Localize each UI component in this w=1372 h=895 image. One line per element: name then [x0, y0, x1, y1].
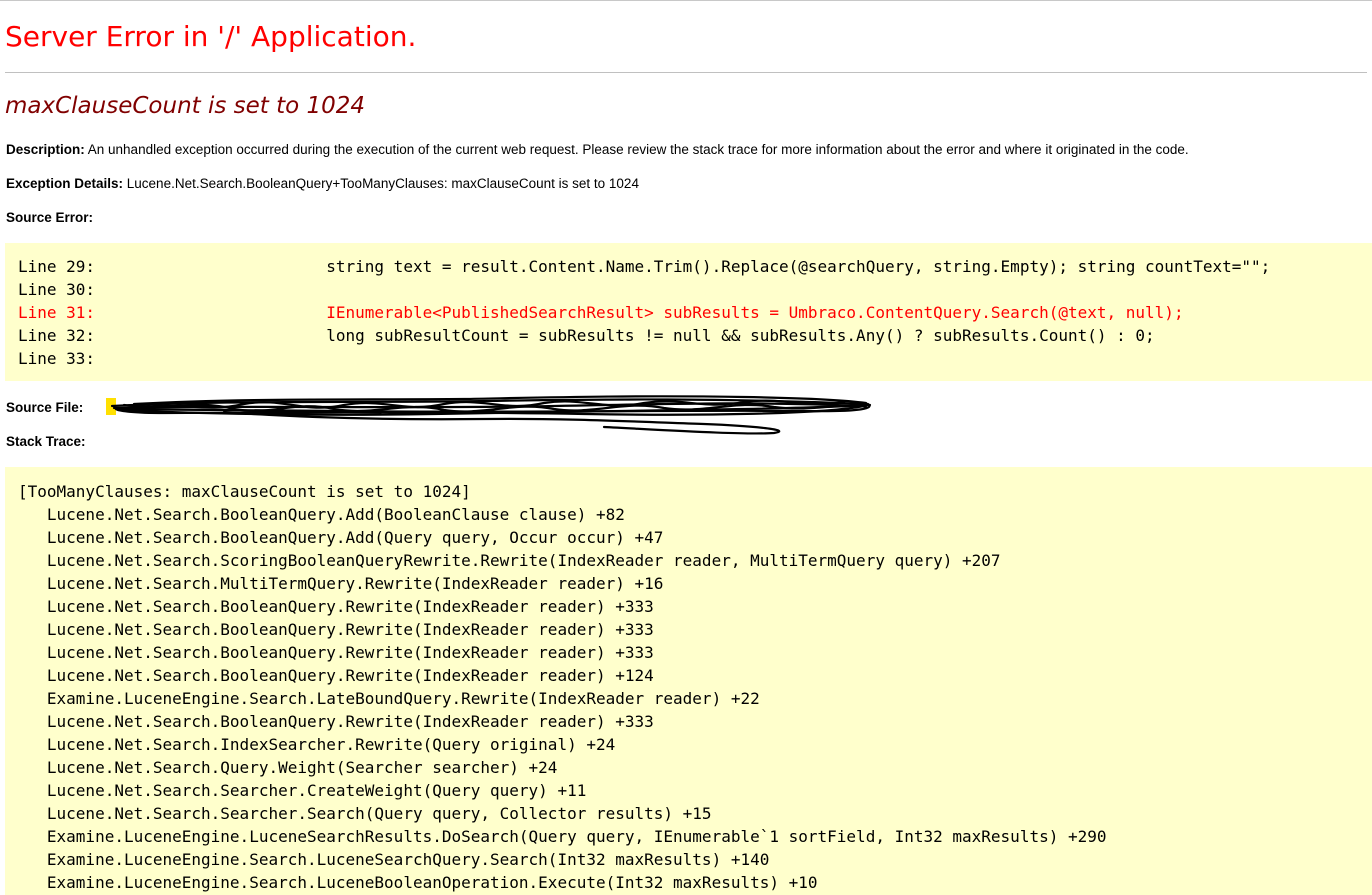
description-line: Description: An unhandled exception occu…: [6, 142, 1189, 158]
stack-trace-line: Lucene.Net.Search.MultiTermQuery.Rewrite…: [18, 574, 664, 593]
stack-trace-line: Lucene.Net.Search.BooleanQuery.Rewrite(I…: [18, 597, 654, 616]
stack-trace-line: Lucene.Net.Search.BooleanQuery.Rewrite(I…: [18, 666, 654, 685]
stack-trace-box: [TooManyClauses: maxClauseCount is set t…: [5, 467, 1372, 895]
stack-trace-line: Examine.LuceneEngine.Search.LuceneBoolea…: [18, 873, 818, 892]
exception-details-line: Exception Details: Lucene.Net.Search.Boo…: [6, 176, 639, 192]
stack-trace-line: Lucene.Net.Search.Searcher.Search(Query …: [18, 804, 712, 823]
stack-trace-line: [TooManyClauses: maxClauseCount is set t…: [18, 482, 471, 501]
stack-trace-line: Lucene.Net.Search.Query.Weight(Searcher …: [18, 758, 558, 777]
source-error-box: Line 29: string text = result.Content.Na…: [5, 243, 1372, 381]
exception-details-label: Exception Details:: [6, 176, 124, 191]
stack-trace-line: Lucene.Net.Search.BooleanQuery.Add(Query…: [18, 528, 664, 547]
stack-trace-line: Examine.LuceneEngine.LuceneSearchResults…: [18, 827, 1107, 846]
stack-trace-line: Lucene.Net.Search.Searcher.CreateWeight(…: [18, 781, 587, 800]
source-code-block: Line 29: string text = result.Content.Na…: [18, 255, 1372, 370]
stack-trace-line: Lucene.Net.Search.BooleanQuery.Add(Boole…: [18, 505, 625, 524]
stack-trace-line: Examine.LuceneEngine.Search.LuceneSearch…: [18, 850, 770, 869]
title-divider: [5, 72, 1367, 73]
source-file-line: Source File:: [6, 400, 83, 416]
description-text: An unhandled exception occurred during t…: [84, 142, 1189, 157]
stack-trace-line: Lucene.Net.Search.IndexSearcher.Rewrite(…: [18, 735, 616, 754]
stack-trace-line: Examine.LuceneEngine.Search.LateBoundQue…: [18, 689, 760, 708]
source-error-heading: Source Error:: [6, 210, 93, 226]
error-message-heading: maxClauseCount is set to 1024: [5, 93, 366, 119]
stack-trace-line: Lucene.Net.Search.BooleanQuery.Rewrite(I…: [18, 643, 654, 662]
source-line-32: Line 32: long subResultCount = subResult…: [18, 326, 1155, 345]
stack-trace-label: Stack Trace:: [6, 434, 86, 449]
source-line-33: Line 33:: [18, 349, 96, 368]
source-line-29: Line 29: string text = result.Content.Na…: [18, 257, 1271, 276]
top-rule: [0, 0, 1372, 1]
page-title: Server Error in '/' Application.: [5, 20, 417, 53]
source-file-label: Source File:: [6, 400, 84, 415]
stack-trace-line: Lucene.Net.Search.BooleanQuery.Rewrite(I…: [18, 620, 654, 639]
stack-trace-block: [TooManyClauses: maxClauseCount is set t…: [18, 480, 1372, 894]
stack-trace-heading: Stack Trace:: [6, 434, 86, 450]
stack-trace-line: Lucene.Net.Search.ScoringBooleanQueryRew…: [18, 551, 1001, 570]
redaction-scribble: [110, 395, 872, 435]
source-line-30: Line 30:: [18, 280, 96, 299]
stack-trace-line: Lucene.Net.Search.BooleanQuery.Rewrite(I…: [18, 712, 654, 731]
source-line-31-error: Line 31: IEnumerable<PublishedSearchResu…: [18, 303, 1184, 322]
description-label: Description:: [6, 142, 85, 157]
exception-details-text: Lucene.Net.Search.BooleanQuery+TooManyCl…: [123, 176, 639, 191]
source-error-label: Source Error:: [6, 210, 94, 225]
